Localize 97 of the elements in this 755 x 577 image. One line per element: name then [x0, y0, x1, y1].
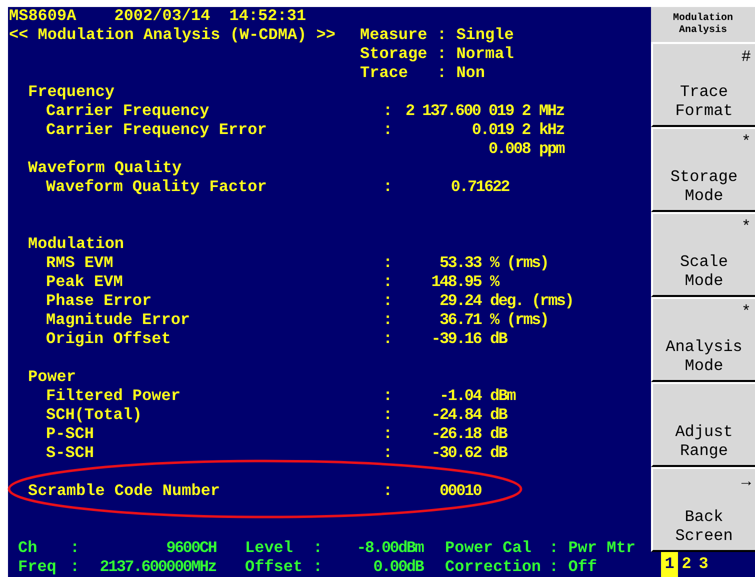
colon: : — [383, 330, 393, 348]
measurement-value: -24.84 — [431, 406, 481, 425]
measurement-label: Phase Error — [46, 292, 152, 310]
colon: : — [383, 102, 393, 120]
measurement-value: 0.71622 — [450, 178, 509, 197]
measurement-label: Magnitude Error — [46, 311, 190, 329]
key-mark: # — [741, 48, 751, 67]
key-mark: * — [741, 218, 751, 237]
measurement-label: SCH(Total) — [46, 406, 142, 424]
section-title: Modulation — [28, 235, 124, 254]
softkey-button[interactable]: → Back Screen — [651, 467, 755, 552]
status-label: Level — [245, 539, 294, 558]
section-title: Power — [28, 368, 76, 387]
scramble-code-label: Scramble Code Number — [28, 482, 220, 500]
measurement-label: Carrier Frequency Error — [46, 121, 267, 139]
softkey-button[interactable]: * Analysis Mode — [651, 297, 755, 382]
page-tab[interactable]: 3 — [695, 552, 712, 577]
colon: : — [383, 425, 393, 443]
measurement-label: S-SCH — [46, 444, 94, 462]
measurement-label: P-SCH — [46, 425, 94, 443]
unit-label: dB — [489, 444, 507, 462]
status-label: Freq — [18, 558, 58, 577]
page-tab[interactable]: 2 — [678, 552, 695, 577]
unit-label: % (rms) — [489, 311, 548, 329]
setting-value: : Normal — [437, 45, 515, 64]
status-label: Correction — [445, 558, 542, 577]
unit-label: dB — [489, 425, 507, 443]
colon: : — [313, 539, 323, 558]
measurement-label: Waveform Quality Factor — [46, 178, 267, 196]
key-mark: * — [741, 133, 751, 152]
softkey-button[interactable]: # Trace Format — [651, 42, 755, 127]
setting-value: : Non — [437, 64, 486, 83]
colon: : — [70, 539, 80, 558]
measurement-value: -26.18 — [431, 425, 481, 444]
softkey-button[interactable]: * Storage Mode — [651, 127, 755, 212]
unit-label: % — [489, 273, 498, 291]
measurement-value: -39.16 — [431, 330, 481, 349]
unit-label: MHz — [538, 102, 564, 120]
status-label: Ch — [18, 539, 38, 558]
measurement-label: Peak EVM — [46, 273, 123, 291]
measurement-value: 0.019 2 — [472, 121, 530, 140]
unit-label: kHz — [538, 121, 564, 139]
section-title: Waveform Quality — [28, 159, 182, 178]
status-value: 2137.600000MHz — [100, 558, 216, 577]
colon: : — [383, 406, 393, 424]
setting-label: Measure — [360, 26, 428, 45]
measurement-value: 36.71 — [439, 311, 481, 330]
setting-value: : Single — [437, 26, 515, 45]
status-label: Offset — [245, 558, 304, 577]
unit-label: dB — [489, 330, 507, 348]
measurement-label: RMS EVM — [46, 254, 114, 272]
colon: : — [383, 292, 393, 310]
softkey-button[interactable]: Adjust Range — [651, 382, 755, 467]
status-value: : Pwr Mtr — [549, 539, 636, 558]
measurement-label: Filtered Power — [46, 387, 180, 405]
scramble-code-value: 00010 — [439, 482, 481, 501]
colon: : — [313, 558, 323, 577]
model-name: MS8609A — [9, 7, 76, 26]
measurement-value: -30.62 — [431, 444, 481, 463]
status-value: 0.00dB — [373, 558, 423, 577]
colon: : — [383, 482, 393, 500]
menu-title: Modulation Analysis — [651, 7, 755, 42]
unit-label: dB — [489, 406, 507, 424]
colon: : — [383, 178, 393, 196]
time-text: 14:52:31 — [229, 7, 306, 26]
status-value: : Off — [549, 558, 598, 577]
screen-title: << Modulation Analysis (W-CDMA) >> — [9, 26, 336, 45]
measurement-label: Origin Offset — [46, 330, 171, 348]
key-mark: * — [741, 303, 751, 322]
unit-label: dBm — [489, 387, 515, 405]
status-value: -8.00dBm — [356, 539, 423, 558]
date-text: 2002/03/14 — [114, 7, 210, 26]
setting-label: Trace — [360, 64, 410, 83]
key-mark: → — [741, 473, 751, 492]
setting-label: Storage — [360, 45, 428, 64]
measurement-value: 53.33 — [439, 254, 481, 273]
colon: : — [383, 254, 393, 272]
measurement-value: 29.24 — [439, 292, 481, 311]
unit-label: deg. (rms) — [489, 292, 574, 310]
colon: : — [383, 311, 393, 329]
section-title: Frequency — [28, 83, 114, 102]
colon: : — [383, 273, 393, 291]
colon: : — [383, 387, 393, 405]
unit-label: % (rms) — [489, 254, 548, 272]
measurement-value: 2 137.600 019 2 — [405, 102, 530, 121]
status-label: Power Cal — [445, 539, 532, 558]
unit-label: ppm — [538, 140, 564, 158]
measurement-value: 148.95 — [431, 273, 481, 292]
page-tab[interactable]: 1 — [661, 552, 678, 577]
softkey-button[interactable]: * Scale Mode — [651, 212, 755, 297]
measurement-value: -1.04 — [439, 387, 481, 406]
measurement-value: 0.008 — [488, 140, 530, 159]
status-value: 9600CH — [166, 539, 216, 558]
colon: : — [70, 558, 80, 577]
colon: : — [383, 444, 393, 462]
colon: : — [383, 121, 393, 139]
measurement-label: Carrier Frequency — [46, 102, 210, 120]
